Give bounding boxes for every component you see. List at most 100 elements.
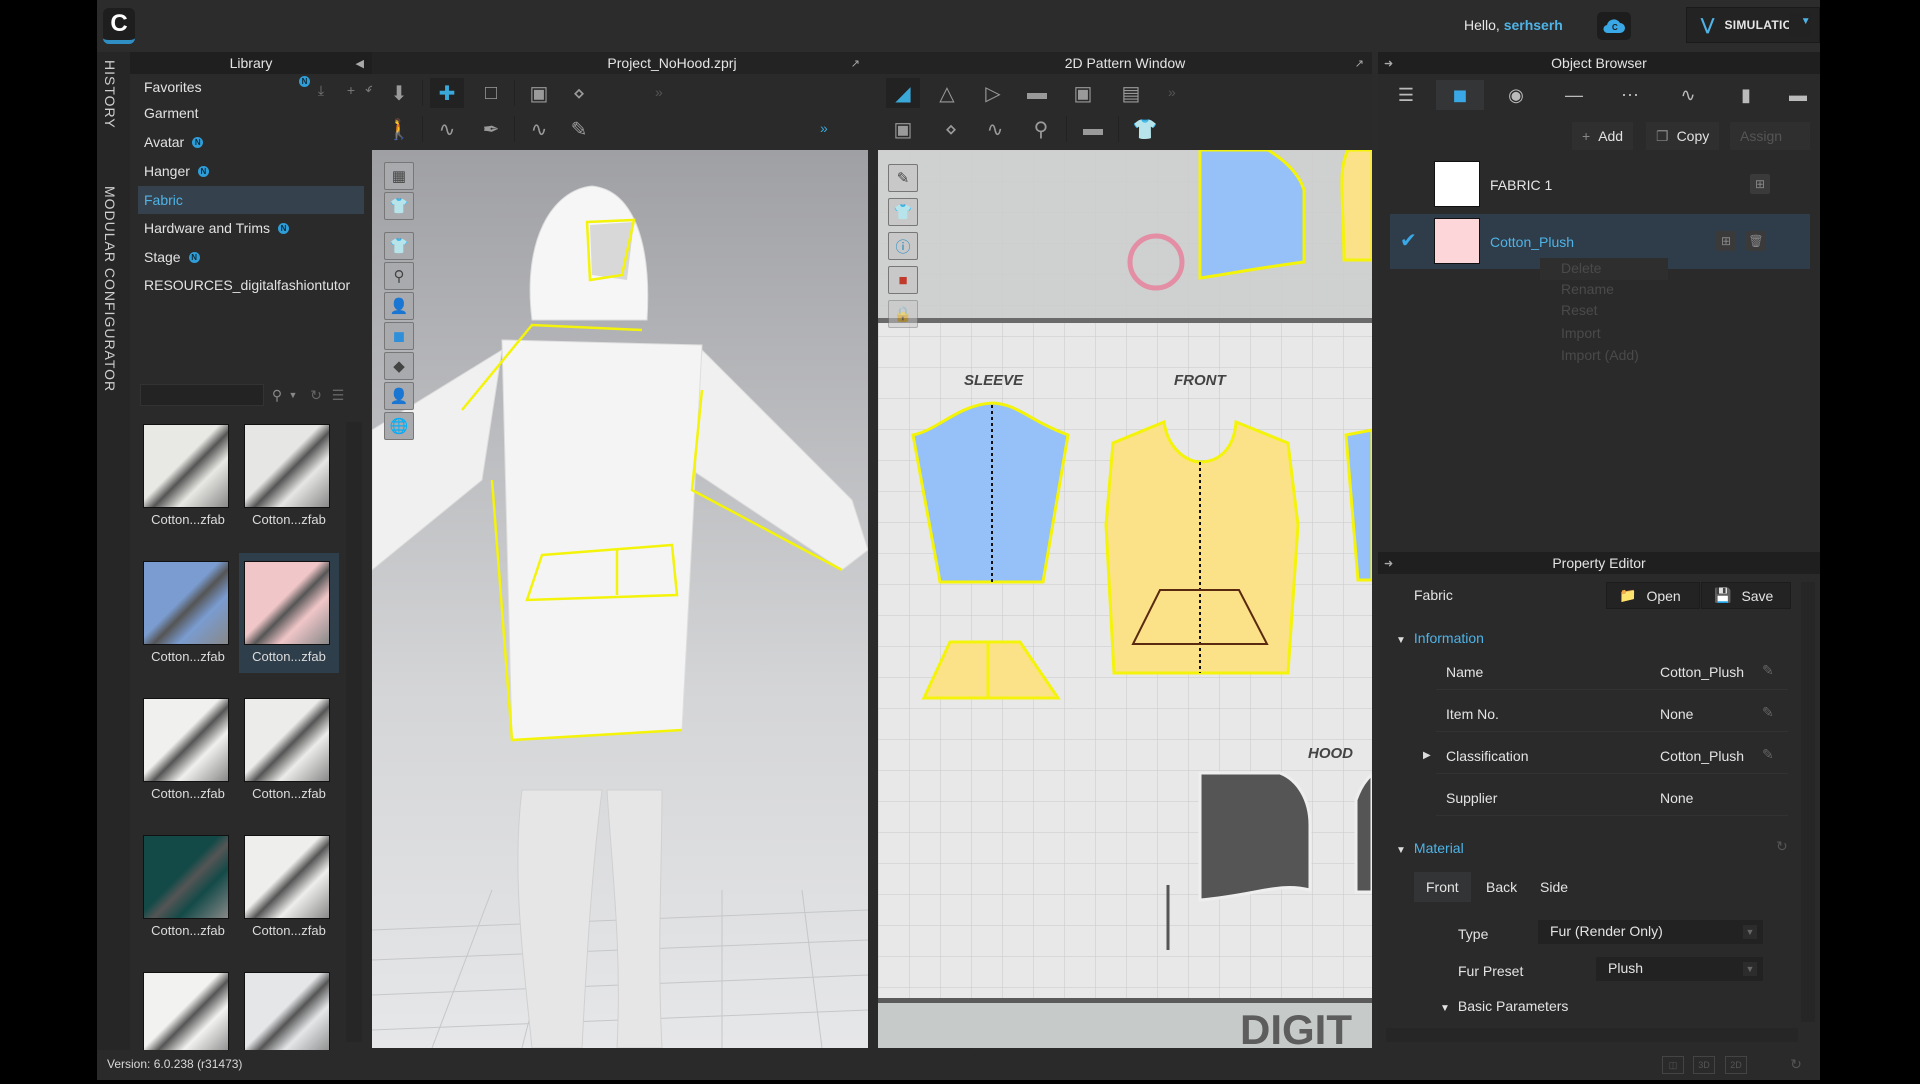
tab-trims[interactable]: ▮ xyxy=(1722,80,1770,110)
sewing-select-icon[interactable]: ▣ xyxy=(522,78,556,108)
more-tools-icon[interactable]: » xyxy=(820,120,828,136)
popout-icon[interactable]: ↗ xyxy=(851,57,860,70)
garment-display-icon[interactable]: 👕 xyxy=(384,192,414,220)
property-value[interactable]: Cotton_Plush xyxy=(1660,664,1744,680)
display-toggle-icon[interactable]: ▦ xyxy=(384,162,414,190)
library-item-resources[interactable]: RESOURCES_digitalfashiontutor xyxy=(138,272,364,298)
modular-configurator-tab[interactable]: MODULAR CONFIGURATOR xyxy=(102,186,118,392)
fabric-list-item[interactable]: FABRIC 1 ⊞ xyxy=(1390,157,1810,212)
view-3d-button[interactable]: 3D xyxy=(1693,1056,1715,1074)
polygon-icon[interactable]: ▷ xyxy=(976,78,1010,108)
edit-pencil-icon[interactable]: ✎ xyxy=(1762,704,1774,721)
duplicate-icon[interactable]: ⊞ xyxy=(1716,231,1736,251)
property-horizontal-scrollbar[interactable] xyxy=(1386,1028,1798,1042)
edit-point-icon[interactable]: △ xyxy=(930,78,964,108)
context-import[interactable]: Import xyxy=(1561,325,1601,341)
assign-button[interactable]: Assign xyxy=(1730,122,1810,150)
color-palette-icon[interactable]: ■ xyxy=(888,266,918,294)
view-2d-button[interactable]: 2D xyxy=(1725,1056,1747,1074)
app-logo[interactable]: C xyxy=(103,8,135,44)
reset-icon[interactable]: ↻ xyxy=(1776,838,1788,855)
collapse-arrow-icon[interactable]: ➜ xyxy=(1384,557,1393,570)
refresh-icon[interactable]: ↻ xyxy=(305,385,327,405)
internal-polygon-icon[interactable]: ▣ xyxy=(1066,78,1100,108)
show-pattern-icon[interactable]: ✎ xyxy=(888,164,918,192)
open-button[interactable]: 📁 Open xyxy=(1606,582,1700,609)
property-value[interactable]: None xyxy=(1660,706,1693,722)
internal-rectangle-icon[interactable]: ▤ xyxy=(1114,78,1148,108)
expand-triangle-icon[interactable]: ▶ xyxy=(1423,750,1431,761)
select-curve-icon[interactable]: ∿ xyxy=(522,114,556,144)
info-icon[interactable]: ⓘ xyxy=(888,232,918,260)
cloud-button[interactable]: C xyxy=(1597,12,1631,40)
viewport-3d-canvas[interactable]: ▦ 👕 👕 ⚲ 👤 ◼ ◆ 👤 🌐 xyxy=(372,150,868,1048)
refresh-icon[interactable]: ↻ xyxy=(1785,1056,1807,1074)
property-value[interactable]: Cotton_Plush xyxy=(1660,748,1744,764)
save-button[interactable]: 💾 Save xyxy=(1701,582,1791,609)
search-dropdown-icon[interactable]: ▼ xyxy=(282,385,304,405)
add-button[interactable]: + Add xyxy=(1572,122,1634,150)
library-item-hardware-and-trims[interactable]: Hardware and Trims N xyxy=(138,215,364,241)
delete-icon[interactable]: 🗑 xyxy=(1746,231,1766,251)
basic-parameters-toggle[interactable]: ▼ Basic Parameters xyxy=(1440,998,1568,1014)
duplicate-icon[interactable]: ⊞ xyxy=(1750,174,1770,194)
collapse-arrow-icon[interactable]: ◀ xyxy=(356,57,364,70)
fabric-thumbnail[interactable]: Cotton...zfab xyxy=(239,416,339,536)
context-import-add[interactable]: Import (Add) xyxy=(1561,347,1639,363)
property-value[interactable]: None xyxy=(1660,790,1693,806)
segment-sewing-icon[interactable]: ⋄ xyxy=(934,114,968,144)
fabric-thumbnail[interactable]: Cotton...zfab xyxy=(138,827,238,947)
tab-fabric[interactable]: ◼ xyxy=(1436,80,1484,110)
fabric-thumbnail[interactable]: Cotton...zfab xyxy=(138,553,238,673)
download-icon[interactable]: ⤓ xyxy=(310,80,332,100)
tab-zipper[interactable]: ∿ xyxy=(1664,80,1712,110)
fabric-thumbnail[interactable]: Cotton...zfab xyxy=(239,690,339,810)
edit-sewing-icon[interactable]: ▣ xyxy=(886,114,920,144)
library-scrollbar[interactable] xyxy=(346,422,362,1042)
edit-curve-pen-icon[interactable]: ✒ xyxy=(474,114,508,144)
library-item-hanger[interactable]: Hanger N xyxy=(138,158,364,184)
segment-sewing-icon[interactable]: ⋄ xyxy=(562,78,596,108)
select-box-icon[interactable]: □ xyxy=(474,78,508,108)
fabric-render-icon[interactable]: ◆ xyxy=(384,352,414,380)
free-sewing-icon[interactable]: ∿ xyxy=(978,114,1012,144)
copy-button[interactable]: ❐ Copy xyxy=(1646,122,1720,150)
simulation-down-icon[interactable]: ⬇ xyxy=(382,78,416,108)
library-item-garment[interactable]: Garment xyxy=(138,100,364,126)
username[interactable]: serhserh xyxy=(1504,17,1563,33)
material-section-toggle[interactable]: ▼ Material xyxy=(1396,840,1464,856)
material-tab-side[interactable]: Side xyxy=(1528,872,1580,902)
show-avatar-icon[interactable]: 👤 xyxy=(384,292,414,320)
edit-pencil-icon[interactable]: ✎ xyxy=(1762,662,1774,679)
pattern-2d-canvas[interactable]: SLEEVE FRONT HOOD DIGIT ✎ 👕 ⓘ ■ 🔒 xyxy=(878,150,1372,1048)
tab-measure[interactable]: ▬ xyxy=(1774,80,1822,110)
tab-list[interactable]: ☰ xyxy=(1382,80,1430,110)
material-tab-back[interactable]: Back xyxy=(1474,872,1529,902)
show-pins-icon[interactable]: ⚲ xyxy=(384,262,414,290)
tab-button[interactable]: ◉ xyxy=(1492,80,1540,110)
fabric-thumbnail[interactable]: Cotton...zfab xyxy=(138,690,238,810)
split-view-icon[interactable]: ◫ xyxy=(1662,1056,1684,1074)
lock-garment-icon[interactable]: 🔒 xyxy=(888,300,918,328)
draw-curve-icon[interactable]: ✎ xyxy=(562,114,596,144)
rectangle-icon[interactable]: ▬ xyxy=(1020,78,1054,108)
avatar-pose-icon[interactable]: 🚶 xyxy=(382,114,416,144)
library-search-input[interactable] xyxy=(140,384,264,406)
context-rename[interactable]: Rename xyxy=(1561,281,1614,297)
tack-icon[interactable]: 👕 xyxy=(1128,114,1162,144)
information-section-toggle[interactable]: ▼ Information xyxy=(1396,630,1484,646)
fabric-thumbnail[interactable]: Cotton...zfab xyxy=(138,416,238,536)
show-garment-2d-icon[interactable]: 👕 xyxy=(888,198,918,226)
list-view-icon[interactable]: ☰ xyxy=(327,385,349,405)
fur-preset-dropdown[interactable]: Plush ▼ xyxy=(1596,957,1763,981)
tab-topstitch[interactable]: ⋯ xyxy=(1606,80,1654,110)
property-vertical-scrollbar[interactable] xyxy=(1801,582,1815,1022)
iron-icon[interactable]: ▬ xyxy=(1076,114,1110,144)
fabric-thumbnail[interactable]: Cotton...zfab xyxy=(239,553,339,673)
environment-globe-icon[interactable]: 🌐 xyxy=(384,412,414,440)
library-item-fabric[interactable]: Fabric xyxy=(138,186,364,214)
context-reset[interactable]: Reset xyxy=(1561,302,1598,318)
simulation-mode-button[interactable]: ⋁ SIMULATION ▼ xyxy=(1686,7,1820,43)
transform-pattern-icon[interactable]: ◢ xyxy=(886,78,920,108)
history-tab[interactable]: HISTORY xyxy=(102,60,118,129)
